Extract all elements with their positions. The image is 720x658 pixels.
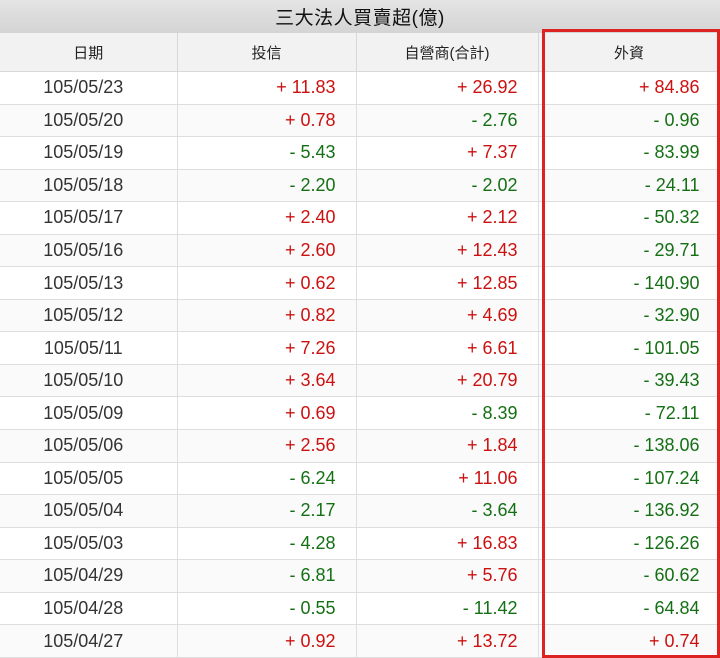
- cell-investment-trust: - 5.43: [177, 136, 357, 170]
- table-row: 105/05/12 + 0.82 + 4.69- 32.90: [0, 299, 720, 333]
- cell-investment-trust: - 0.55: [177, 592, 357, 626]
- cell-foreign-investors: - 138.06: [538, 429, 720, 463]
- column-header-investment-trust[interactable]: 投信: [177, 33, 357, 72]
- table-row: 105/05/11 + 7.26 + 6.61- 101.05: [0, 331, 720, 365]
- cell-investment-trust: + 11.83: [177, 71, 357, 105]
- cell-dealer-total: + 4.69: [356, 299, 539, 333]
- cell-investment-trust: + 3.64: [177, 364, 357, 398]
- cell-foreign-investors: - 32.90: [538, 299, 720, 333]
- cell-date: 105/05/19: [0, 136, 178, 170]
- table-row: 105/05/09 + 0.69- 8.39- 72.11: [0, 396, 720, 431]
- column-header-dealer-total[interactable]: 自營商(合計): [356, 33, 539, 72]
- cell-investment-trust: + 7.26: [177, 331, 357, 365]
- cell-investment-trust: - 6.24: [177, 462, 357, 496]
- cell-date: 105/05/20: [0, 104, 178, 138]
- cell-dealer-total: + 5.76: [356, 559, 539, 593]
- cell-foreign-investors: + 84.86: [538, 71, 720, 105]
- cell-date: 105/05/11: [0, 331, 178, 365]
- cell-foreign-investors: - 60.62: [538, 559, 720, 593]
- table-row: 105/05/10 + 3.64 + 20.79- 39.43: [0, 364, 720, 398]
- table-row: 105/05/13 + 0.62 + 12.85- 140.90: [0, 266, 720, 300]
- cell-investment-trust: - 4.28: [177, 527, 357, 561]
- cell-date: 105/05/23: [0, 71, 178, 105]
- cell-dealer-total: + 7.37: [356, 136, 539, 170]
- cell-dealer-total: - 3.64: [356, 494, 539, 528]
- table-title: 三大法人買賣超(億): [0, 0, 720, 34]
- cell-dealer-total: - 8.39: [356, 396, 539, 431]
- cell-investment-trust: + 2.40: [177, 201, 357, 235]
- table-row: 105/04/27 + 0.92 + 13.72 + 0.74: [0, 624, 720, 658]
- cell-foreign-investors: - 107.24: [538, 462, 720, 496]
- cell-dealer-total: + 12.43: [356, 234, 539, 268]
- cell-investment-trust: + 0.62: [177, 266, 357, 300]
- table-row: 105/05/03- 4.28 + 16.83- 126.26: [0, 527, 720, 561]
- cell-date: 105/05/13: [0, 266, 178, 300]
- cell-foreign-investors: - 72.11: [538, 396, 720, 431]
- cell-investment-trust: + 0.69: [177, 396, 357, 431]
- cell-foreign-investors: - 83.99: [538, 136, 720, 170]
- cell-dealer-total: - 11.42: [356, 592, 539, 626]
- cell-investment-trust: - 2.20: [177, 169, 357, 203]
- cell-date: 105/05/12: [0, 299, 178, 333]
- cell-dealer-total: + 6.61: [356, 331, 539, 365]
- table-row: 105/05/18- 2.20- 2.02- 24.11: [0, 169, 720, 203]
- cell-date: 105/05/04: [0, 494, 178, 528]
- cell-date: 105/04/29: [0, 559, 178, 593]
- table-row: 105/05/23 + 11.83 + 26.92 + 84.86: [0, 71, 720, 105]
- cell-date: 105/05/05: [0, 462, 178, 496]
- cell-dealer-total: + 11.06: [356, 462, 539, 496]
- cell-foreign-investors: - 64.84: [538, 592, 720, 626]
- cell-foreign-investors: - 140.90: [538, 266, 720, 300]
- cell-investment-trust: - 6.81: [177, 559, 357, 593]
- cell-foreign-investors: - 101.05: [538, 331, 720, 365]
- table-row: 105/05/20 + 0.78- 2.76- 0.96: [0, 104, 720, 138]
- cell-foreign-investors: - 29.71: [538, 234, 720, 268]
- cell-foreign-investors: - 126.26: [538, 527, 720, 561]
- cell-date: 105/05/17: [0, 201, 178, 235]
- table-row: 105/05/16 + 2.60 + 12.43- 29.71: [0, 234, 720, 268]
- table-body: 105/05/23 + 11.83 + 26.92 + 84.86 105/05/20 +…: [0, 71, 720, 658]
- table-row: 105/04/29- 6.81 + 5.76- 60.62: [0, 559, 720, 593]
- cell-dealer-total: - 2.02: [356, 169, 539, 203]
- table-row: 105/05/19- 5.43 + 7.37- 83.99: [0, 136, 720, 170]
- cell-date: 105/04/27: [0, 624, 178, 658]
- cell-date: 105/04/28: [0, 592, 178, 626]
- cell-dealer-total: + 26.92: [356, 71, 539, 105]
- institutional-trading-table: 日期 投信 自營商(合計) 外資 105/05/23 + 11.83 + 26.92…: [0, 33, 720, 658]
- table-row: 105/05/06 + 2.56 + 1.84- 138.06: [0, 429, 720, 463]
- cell-investment-trust: + 0.78: [177, 104, 357, 138]
- cell-dealer-total: + 16.83: [356, 527, 539, 561]
- table-row: 105/04/28- 0.55- 11.42- 64.84: [0, 592, 720, 626]
- table-row: 105/05/17 + 2.40 + 2.12- 50.32: [0, 201, 720, 235]
- cell-foreign-investors: - 0.96: [538, 104, 720, 138]
- cell-dealer-total: + 2.12: [356, 201, 539, 235]
- cell-investment-trust: + 2.60: [177, 234, 357, 268]
- cell-investment-trust: + 0.82: [177, 299, 357, 333]
- cell-investment-trust: + 2.56: [177, 429, 357, 463]
- cell-foreign-investors: - 24.11: [538, 169, 720, 203]
- header-row: 日期 投信 自營商(合計) 外資: [0, 33, 720, 72]
- cell-dealer-total: + 1.84: [356, 429, 539, 463]
- cell-dealer-total: - 2.76: [356, 104, 539, 138]
- cell-foreign-investors: - 136.92: [538, 494, 720, 528]
- cell-dealer-total: + 13.72: [356, 624, 539, 658]
- cell-dealer-total: + 20.79: [356, 364, 539, 398]
- table-row: 105/05/04- 2.17- 3.64- 136.92: [0, 494, 720, 528]
- cell-foreign-investors: - 39.43: [538, 364, 720, 398]
- column-header-date[interactable]: 日期: [0, 33, 178, 72]
- cell-date: 105/05/16: [0, 234, 178, 268]
- cell-date: 105/05/09: [0, 396, 178, 431]
- cell-date: 105/05/06: [0, 429, 178, 463]
- cell-investment-trust: + 0.92: [177, 624, 357, 658]
- cell-date: 105/05/10: [0, 364, 178, 398]
- cell-date: 105/05/03: [0, 527, 178, 561]
- column-header-foreign-investors[interactable]: 外資: [538, 33, 720, 72]
- cell-foreign-investors: - 50.32: [538, 201, 720, 235]
- table-row: 105/05/05- 6.24 + 11.06- 107.24: [0, 462, 720, 496]
- cell-dealer-total: + 12.85: [356, 266, 539, 300]
- cell-investment-trust: - 2.17: [177, 494, 357, 528]
- cell-date: 105/05/18: [0, 169, 178, 203]
- cell-foreign-investors: + 0.74: [538, 624, 720, 658]
